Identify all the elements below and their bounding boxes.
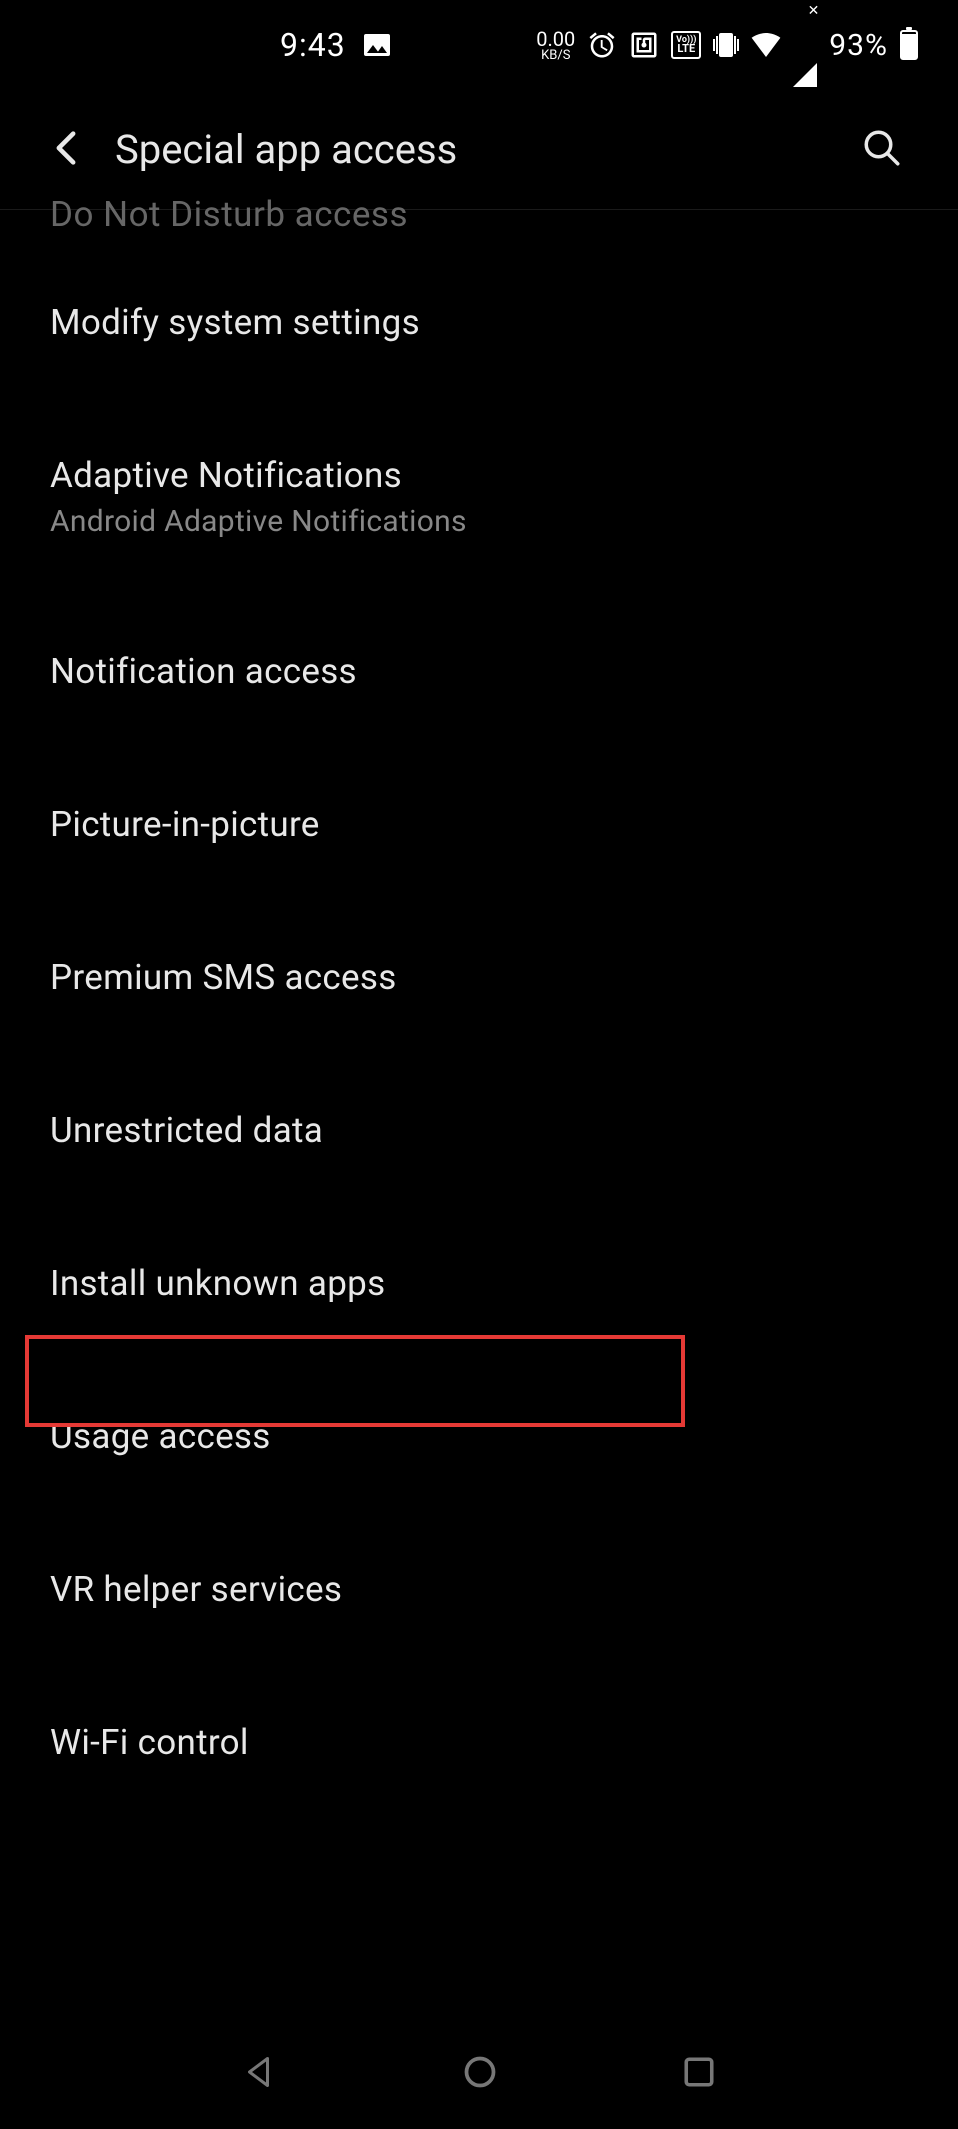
nfc-icon [629, 30, 659, 60]
search-icon [861, 127, 903, 169]
setting-title: Install unknown apps [50, 1263, 908, 1304]
battery-icon [900, 30, 918, 60]
setting-item-install-unknown-apps[interactable]: Install unknown apps [0, 1221, 958, 1346]
network-speed-value: 0.00 [536, 29, 575, 49]
chevron-left-icon [55, 130, 77, 166]
setting-title: Notification access [50, 651, 908, 692]
setting-title: Adaptive Notifications [50, 455, 908, 496]
back-button[interactable] [45, 120, 87, 180]
setting-item-notification-access[interactable]: Notification access [0, 609, 958, 734]
status-left: 9:43 [280, 26, 390, 64]
navigation-bar [0, 2019, 958, 2129]
vibrate-icon [713, 33, 739, 57]
square-recents-icon [682, 2055, 716, 2089]
setting-item-wi-fi-control[interactable]: Wi-Fi control [0, 1680, 958, 1805]
page-title: Special app access [115, 126, 823, 173]
nav-back-button[interactable] [222, 2034, 298, 2114]
status-time: 9:43 [280, 26, 346, 64]
wifi-icon [751, 33, 781, 57]
alarm-icon [587, 30, 617, 60]
image-icon [364, 34, 390, 56]
network-speed-indicator: 0.00 KB/S [536, 29, 575, 62]
setting-item-vr-helper-services[interactable]: VR helper services [0, 1527, 958, 1652]
setting-title: VR helper services [50, 1569, 908, 1610]
status-right: 0.00 KB/S Vo))) LTE ✕ 93% [536, 28, 918, 63]
battery-percentage: 93% [829, 28, 888, 63]
setting-item-picture-in-picture[interactable]: Picture-in-picture [0, 762, 958, 887]
setting-subtitle: Android Adaptive Notifications [50, 504, 908, 539]
network-speed-unit: KB/S [541, 49, 570, 62]
nav-recents-button[interactable] [662, 2035, 736, 2113]
setting-item-modify-system-settings[interactable]: Modify system settings [0, 260, 958, 385]
status-bar: 9:43 0.00 KB/S Vo))) LTE ✕ [0, 0, 958, 90]
nav-home-button[interactable] [442, 2034, 518, 2114]
setting-title: Premium SMS access [50, 957, 908, 998]
settings-list[interactable]: Do Not Disturb access Modify system setti… [0, 194, 958, 1805]
setting-title: Usage access [50, 1416, 908, 1457]
triangle-back-icon [242, 2054, 278, 2090]
setting-title: Modify system settings [50, 302, 908, 343]
setting-title: Wi-Fi control [50, 1722, 908, 1763]
setting-title: Unrestricted data [50, 1110, 908, 1151]
setting-item-adaptive-notifications[interactable]: Adaptive Notifications Android Adaptive N… [0, 413, 958, 581]
setting-item-partial[interactable]: Do Not Disturb access [0, 194, 958, 232]
setting-item-usage-access[interactable]: Usage access [0, 1374, 958, 1499]
setting-item-premium-sms-access[interactable]: Premium SMS access [0, 915, 958, 1040]
search-button[interactable] [851, 117, 913, 183]
setting-title: Picture-in-picture [50, 804, 908, 845]
volte-icon: Vo))) LTE [671, 31, 701, 59]
volte-bottom: LTE [677, 44, 695, 54]
setting-item-unrestricted-data[interactable]: Unrestricted data [0, 1068, 958, 1193]
circle-home-icon [462, 2054, 498, 2090]
signal-x-indicator: ✕ [808, 3, 820, 19]
app-bar: Special app access [0, 90, 958, 210]
cellular-signal-icon: ✕ [793, 28, 817, 63]
